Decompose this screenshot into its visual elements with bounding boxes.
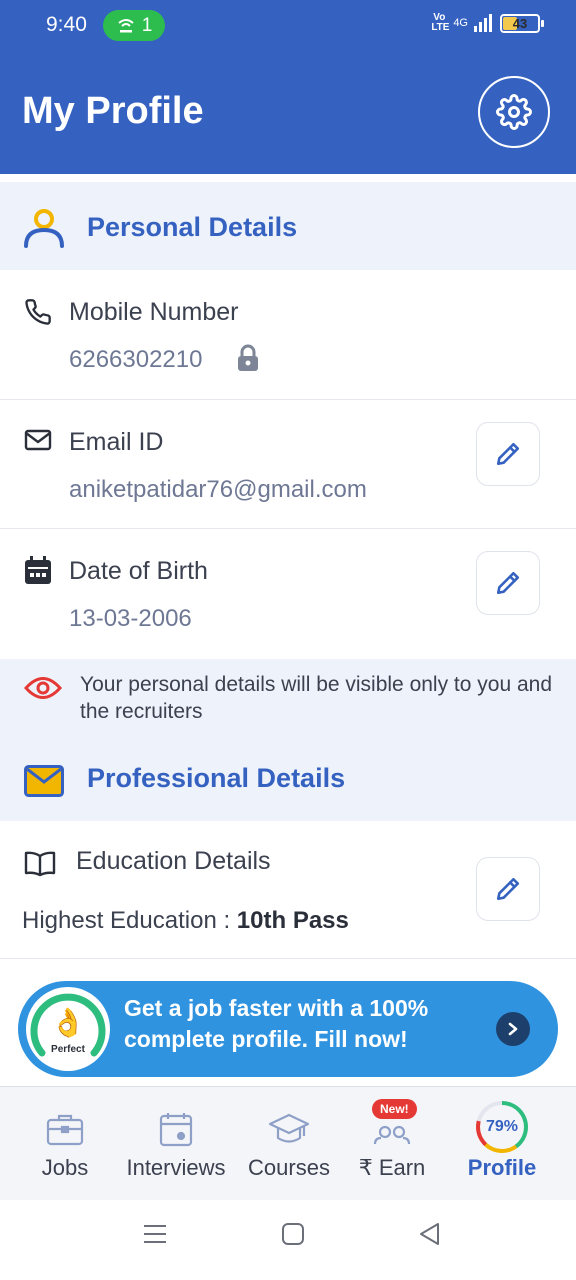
email-row: Email ID aniketpatidar76@gmail.com (0, 400, 576, 529)
hotspot-indicator: 1 (103, 10, 165, 41)
battery-icon: 43 (500, 13, 544, 33)
calendar-icon (159, 1113, 193, 1147)
new-badge: New! (372, 1099, 417, 1119)
gauge-arc (30, 993, 106, 1057)
nav-label: Courses (248, 1155, 330, 1180)
profile-completion-banner[interactable]: 👌 Perfect Get a job faster with a 100% c… (18, 981, 558, 1077)
hotspot-count: 1 (141, 14, 153, 36)
gauge-label: Perfect (51, 1044, 85, 1055)
privacy-notice: Your personal details will be visible on… (0, 659, 576, 733)
volte-indicator: Vo LTE (431, 12, 450, 33)
education-row: Education Details Highest Education : 10… (0, 821, 576, 959)
nav-courses[interactable]: Courses (240, 1087, 338, 1201)
profile-gauge: 👌 Perfect (26, 987, 110, 1071)
gear-icon (496, 94, 532, 130)
pencil-icon (496, 571, 520, 595)
highest-education-value: 10th Pass (236, 907, 349, 934)
page-title: My Profile (22, 90, 204, 132)
mobile-number-label: Mobile Number (69, 298, 239, 326)
chevron-right-icon (508, 1022, 518, 1036)
system-navigation-bar (0, 1200, 576, 1280)
edit-email-button[interactable] (476, 422, 540, 486)
envelope-icon (24, 765, 64, 797)
nav-interviews[interactable]: Interviews (118, 1087, 234, 1201)
nav-label: Interviews (126, 1155, 226, 1180)
network-type: 4G (453, 17, 468, 29)
eye-icon (24, 677, 62, 699)
nav-label: Profile (467, 1155, 537, 1180)
user-icon (24, 209, 64, 248)
professional-details-header: Professional Details (0, 733, 576, 821)
section-title: Professional Details (87, 763, 346, 793)
email-value: aniketpatidar76@gmail.com (69, 476, 367, 503)
hotspot-icon (118, 18, 134, 32)
date-of-birth-row: Date of Birth 13-03-2006 (0, 529, 576, 659)
nav-label: Jobs (41, 1155, 89, 1180)
status-bar: 9:40 1 Vo LTE 4G 43 (0, 0, 576, 52)
graduation-cap-icon (268, 1113, 310, 1143)
personal-details-header: Personal Details (0, 182, 576, 270)
section-title: Personal Details (87, 212, 298, 242)
signal-icon (474, 14, 492, 32)
mobile-number-value: 6266302210 (69, 346, 203, 373)
nav-label: ₹ Earn (358, 1155, 426, 1180)
bottom-navigation: Jobs Interviews Courses New! ₹ Earn 79% … (0, 1086, 576, 1200)
highest-education: Highest Education : 10th Pass (22, 907, 349, 935)
settings-button[interactable] (478, 76, 550, 148)
email-label: Email ID (69, 428, 164, 456)
highest-education-label: Highest Education : (22, 907, 237, 934)
status-time: 9:40 (46, 13, 87, 36)
home-icon[interactable] (281, 1222, 305, 1246)
banner-text: Get a job faster with a 100% complete pr… (124, 995, 429, 1052)
banner-arrow-button[interactable] (496, 1012, 530, 1046)
edit-dob-button[interactable] (476, 551, 540, 615)
menu-icon[interactable] (143, 1222, 167, 1246)
education-label: Education Details (76, 847, 271, 875)
profile-progress-value: 79% (480, 1105, 524, 1149)
lock-icon (238, 344, 258, 371)
mail-icon (24, 429, 52, 451)
status-icons: Vo LTE 4G 43 (431, 12, 544, 33)
book-icon (24, 851, 56, 877)
privacy-notice-text: Your personal details will be visible on… (80, 673, 553, 723)
briefcase-icon (46, 1114, 84, 1146)
app-header: My Profile (0, 52, 576, 174)
nav-profile[interactable]: 79% Profile (456, 1087, 548, 1201)
pencil-icon (496, 877, 520, 901)
battery-level: 43 (512, 15, 528, 31)
nav-earn[interactable]: New! ₹ Earn (350, 1087, 434, 1201)
back-icon[interactable] (418, 1222, 442, 1246)
edit-education-button[interactable] (476, 857, 540, 921)
profile-progress-ring: 79% (476, 1101, 528, 1153)
mobile-number-row: Mobile Number 6266302210 (0, 270, 576, 400)
date-of-birth-value: 13-03-2006 (69, 605, 192, 632)
date-of-birth-label: Date of Birth (69, 557, 208, 585)
nav-jobs[interactable]: Jobs (20, 1087, 110, 1201)
calendar-icon (25, 556, 51, 584)
pencil-icon (496, 442, 520, 466)
phone-icon (25, 299, 51, 325)
